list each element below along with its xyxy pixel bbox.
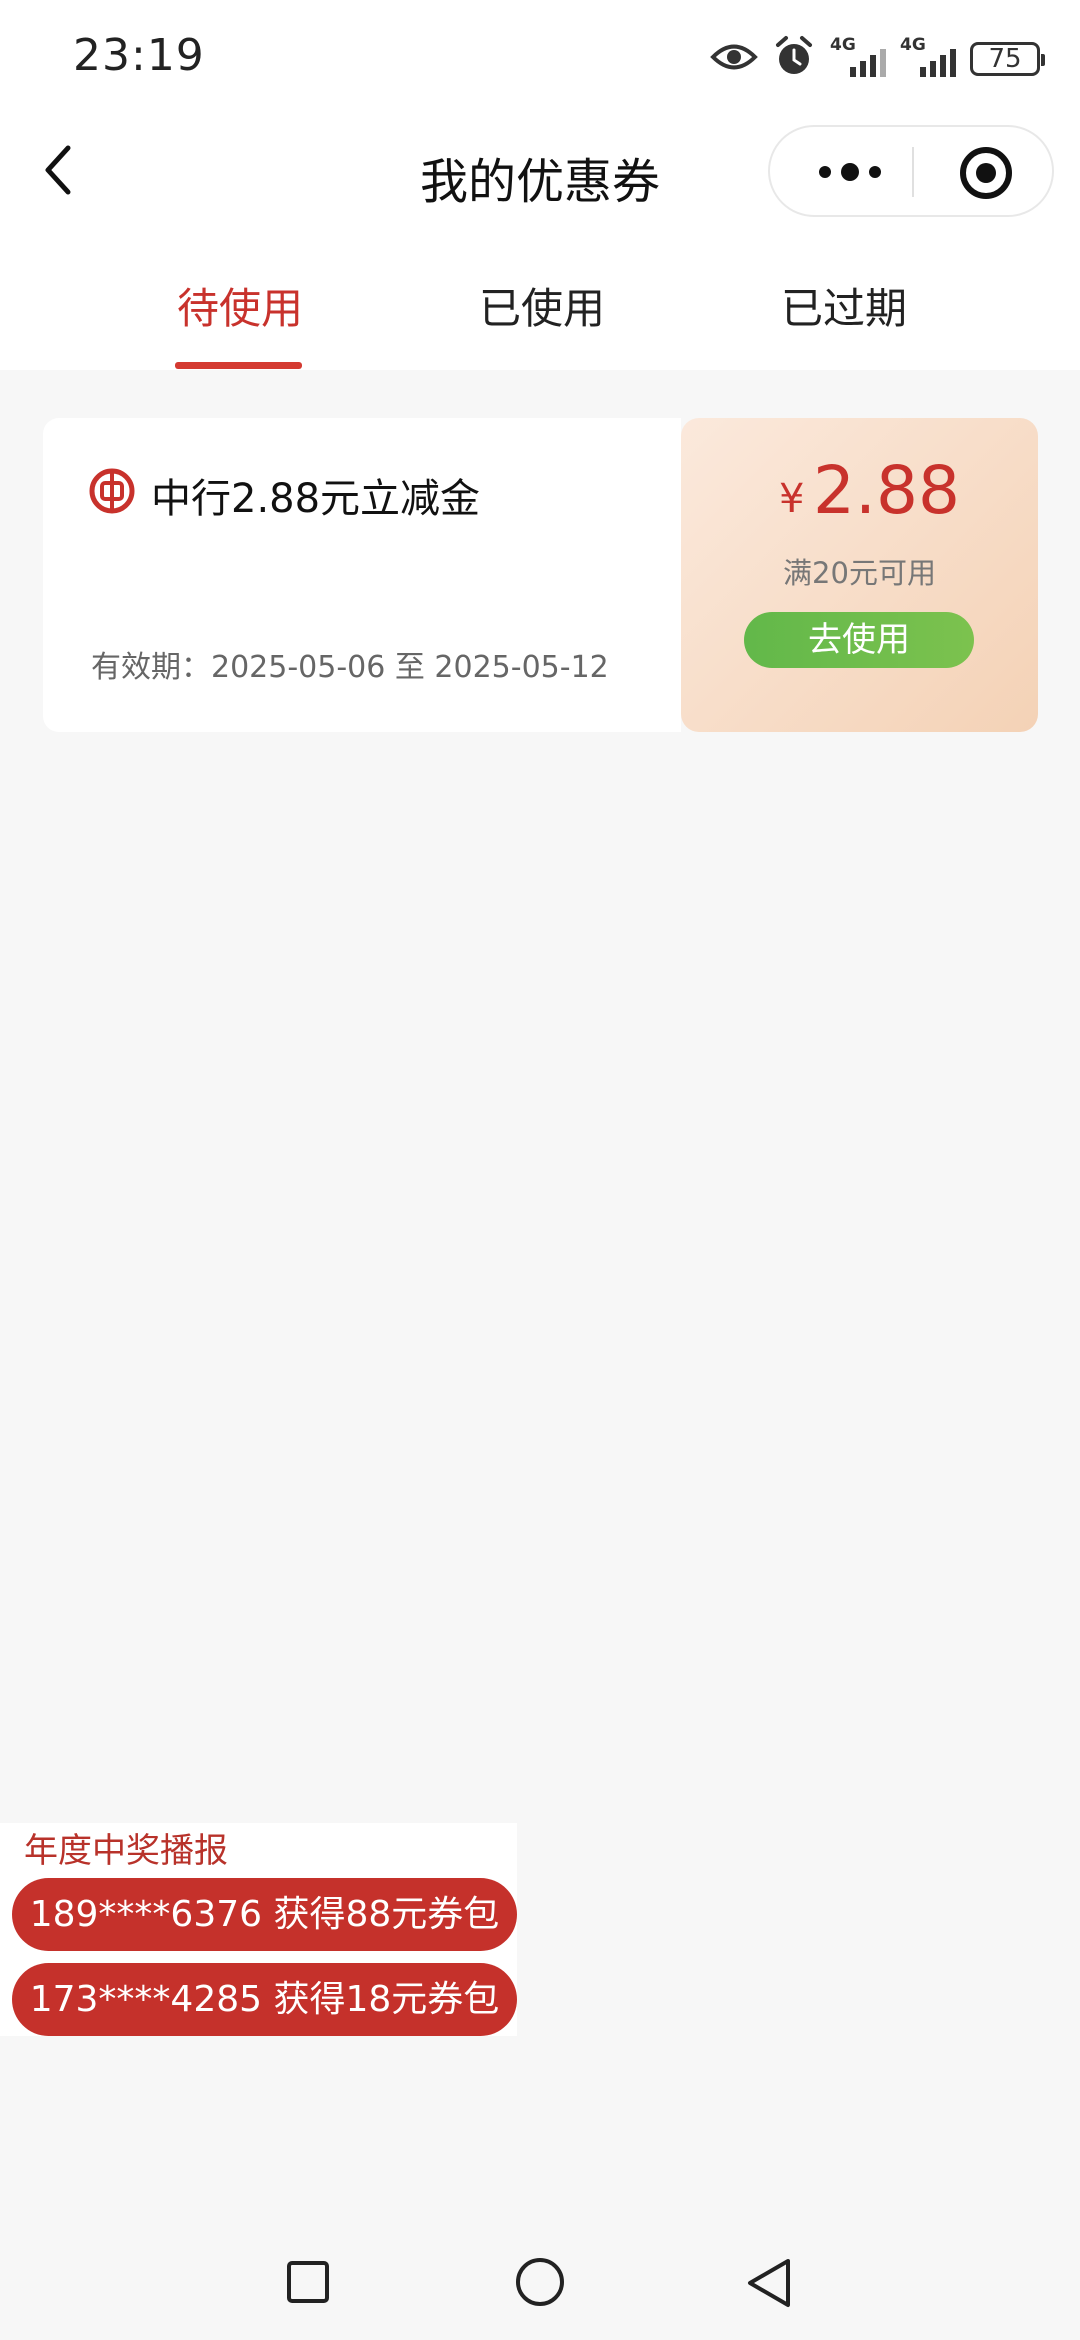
coupon-validity: 有效期：2025-05-06 至 2025-05-12 xyxy=(91,650,609,685)
square-icon xyxy=(287,2261,329,2303)
coupon-value-panel: ¥ 2.88 满20元可用 去使用 xyxy=(681,418,1038,732)
alarm-icon xyxy=(772,35,816,83)
more-dots-icon[interactable] xyxy=(810,155,890,189)
bank-of-china-logo-icon xyxy=(89,468,135,514)
coupon-amount: 2.88 xyxy=(813,452,960,529)
tab-expired[interactable]: 已过期 xyxy=(781,275,907,336)
coupon-card: 中行2.88元立减金 有效期：2025-05-06 至 2025-05-12 xyxy=(43,418,681,732)
use-coupon-button[interactable]: 去使用 xyxy=(744,612,974,668)
broadcast-item: 189****6376 获得88元券包 xyxy=(12,1878,517,1951)
target-icon[interactable] xyxy=(960,147,1012,199)
mini-program-capsule xyxy=(768,125,1054,217)
system-back-button[interactable] xyxy=(744,2256,794,2310)
circle-icon xyxy=(516,2258,564,2306)
recent-apps-button[interactable] xyxy=(286,2260,330,2304)
battery-level: 75 xyxy=(988,44,1022,74)
active-tab-indicator xyxy=(175,362,302,369)
prize-broadcast: 年度中奖播报 189****6376 获得88元券包 173****4285 获… xyxy=(0,1823,517,2036)
coupon-condition: 满20元可用 xyxy=(783,556,936,590)
tab-pending[interactable]: 待使用 xyxy=(177,275,303,336)
status-icons: 4G 4G 75 xyxy=(710,34,1045,84)
capsule-divider xyxy=(912,147,914,197)
tab-used[interactable]: 已使用 xyxy=(479,275,605,336)
coupon-title: 中行2.88元立减金 xyxy=(151,476,481,522)
signal-4g-icon: 4G xyxy=(900,35,956,81)
currency-symbol: ¥ xyxy=(779,476,805,522)
broadcast-item: 173****4285 获得18元券包 xyxy=(12,1963,517,2036)
status-time: 23:19 xyxy=(73,30,205,81)
signal-4g-icon: 4G xyxy=(830,35,886,81)
broadcast-title: 年度中奖播报 xyxy=(24,1831,228,1871)
eye-icon xyxy=(710,40,758,78)
triangle-back-icon xyxy=(748,2259,790,2307)
battery-icon: 75 xyxy=(970,42,1045,76)
home-button[interactable] xyxy=(514,2256,566,2308)
